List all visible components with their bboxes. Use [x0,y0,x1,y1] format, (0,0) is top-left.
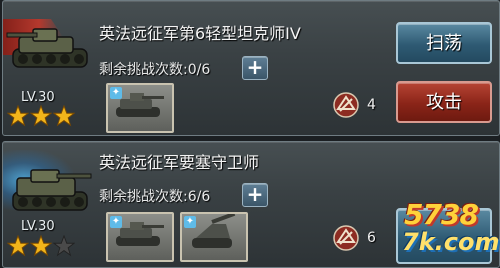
star-icon [7,235,29,257]
mission-action-button[interactable] [396,208,492,264]
reward-emblem-icon [333,225,359,251]
add-attempts-button[interactable]: + [242,56,268,80]
tank-thumbnail-icon[interactable]: ✦ [106,83,174,133]
artillery-thumbnail-icon[interactable]: ✦ [180,211,248,262]
star-rating [7,105,75,127]
star-icon [7,105,29,127]
mission-title: 英法远征军第6轻型坦克师IV [99,24,301,43]
mission-card-2: LV.30 英法远征军要塞守卫师 剩余挑战次数:6/6 + ✦ ✦ 6 [2,141,500,268]
attack-button[interactable]: 攻击 [396,81,492,123]
tank-thumbnail-icon[interactable]: ✦ [106,212,174,262]
star-icon [30,235,52,257]
add-attempts-button[interactable]: + [242,183,268,207]
enemy-thumbnails: ✦ ✦ [106,211,248,262]
enemy-thumbnails: ✦ [106,83,174,133]
remaining-attempts: 剩余挑战次数:6/6 [99,189,211,205]
heavy-tank-icon [12,169,92,211]
star-icon [53,105,75,127]
empty-star-icon [53,235,75,257]
remaining-attempts: 剩余挑战次数:0/6 [99,62,211,78]
reward-count: 4 [367,97,376,113]
reward-emblem-icon [333,92,359,118]
level-label: LV.30 [21,219,55,234]
star-icon [30,105,52,127]
star-rating [7,235,75,257]
mission-title: 英法远征军要塞守卫师 [99,153,260,172]
level-label: LV.30 [21,90,55,105]
reward-count: 6 [367,230,376,246]
heavy-tank-icon [6,28,88,68]
sweep-button[interactable]: 扫荡 [396,22,492,64]
mission-card-1: LV.30 英法远征军第6轻型坦克师IV 剩余挑战次数:0/6 + ✦ 4 扫荡… [2,0,500,136]
